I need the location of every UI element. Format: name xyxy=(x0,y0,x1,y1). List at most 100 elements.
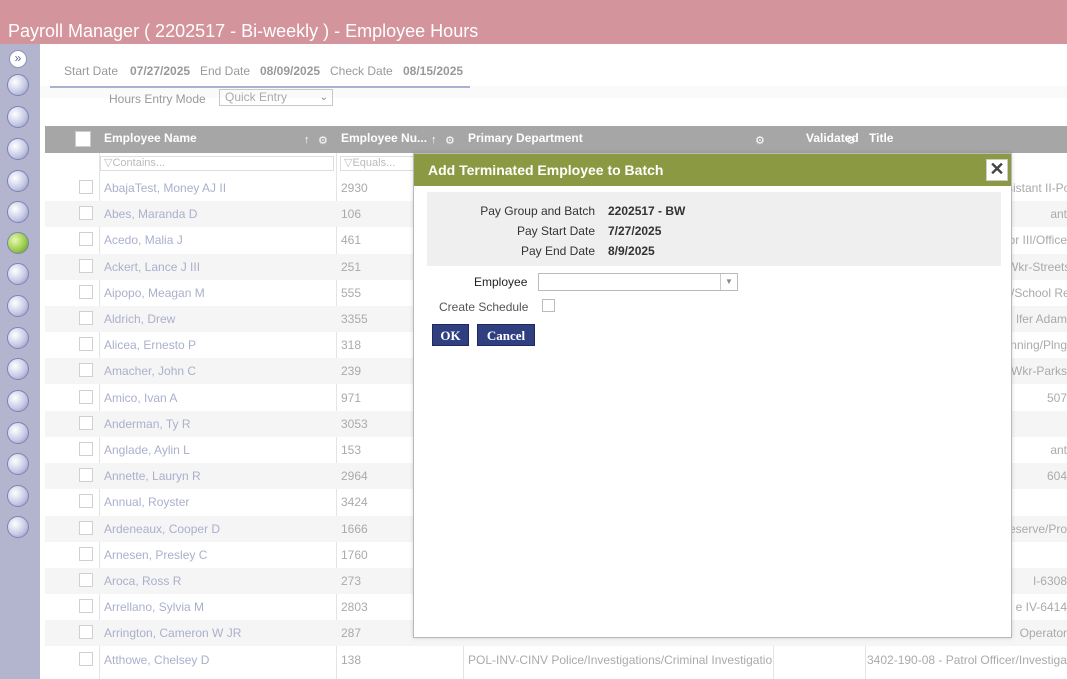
pay-end-label: Pay End Date xyxy=(520,244,595,258)
end-date-label: End Date xyxy=(200,64,251,78)
employee-name-cell[interactable]: Anglade, Aylin L xyxy=(104,443,190,457)
employee-number-cell: 461 xyxy=(341,233,362,248)
row-checkbox[interactable] xyxy=(79,651,93,666)
gear-icon[interactable]: ⚙ xyxy=(445,134,455,147)
employee-name-cell[interactable]: Arrellano, Sylvia M xyxy=(104,600,204,614)
row-checkbox[interactable] xyxy=(79,442,93,456)
employee-name-cell[interactable]: Atthowe, Chelsey D xyxy=(104,653,209,667)
hours-entry-mode-select[interactable]: Quick Entry ⌄ xyxy=(219,89,333,106)
title-cell: ant xyxy=(1050,207,1067,222)
employee-name-cell[interactable]: Anderman, Ty R xyxy=(104,417,190,431)
cancel-button[interactable]: Cancel xyxy=(477,324,535,346)
employee-name-cell[interactable]: Aipopo, Meagan M xyxy=(104,286,205,300)
title-cell: I-6308 xyxy=(1032,574,1067,588)
title-cell: Wkr-Streets xyxy=(1007,259,1067,274)
home-icon[interactable] xyxy=(7,74,29,96)
pay-start-label: Pay Start Date xyxy=(516,224,595,238)
document-icon[interactable] xyxy=(7,232,29,254)
employee-number-cell: 138 xyxy=(341,652,362,667)
employee-number-cell: 555 xyxy=(341,285,362,300)
row-checkbox[interactable] xyxy=(79,363,93,378)
employee-name-cell[interactable]: Alicea, Ernesto P xyxy=(104,338,196,352)
create-schedule-checkbox[interactable] xyxy=(542,299,555,312)
pay-end-value: 8/9/2025 xyxy=(608,244,655,258)
calendar-icon[interactable] xyxy=(7,263,29,285)
employee-name-cell[interactable]: Arnesen, Presley C xyxy=(104,548,207,562)
gear-icon[interactable]: ⚙ xyxy=(846,134,856,147)
employee-name-cell[interactable]: Amico, Ivan A xyxy=(104,391,177,405)
close-icon[interactable]: ✕ xyxy=(986,159,1008,181)
stamp-icon[interactable] xyxy=(7,485,29,507)
grid-header: Employee Name ↑ ⚙ Employee Nu... ↑ ⚙ Pri… xyxy=(45,126,1067,153)
dialog-title: Add Terminated Employee to Batch xyxy=(428,162,664,178)
sort-asc-icon[interactable]: ↑ xyxy=(431,134,437,146)
row-checkbox[interactable] xyxy=(79,284,93,299)
row-checkbox[interactable] xyxy=(79,337,93,352)
employee-name-cell[interactable]: Abes, Maranda D xyxy=(104,207,197,221)
row-checkbox[interactable] xyxy=(79,494,93,509)
row-checkbox[interactable] xyxy=(79,232,93,247)
employee-name-cell[interactable]: Ackert, Lance J III xyxy=(104,260,200,274)
employee-name-cell[interactable]: Ardeneaux, Cooper D xyxy=(104,522,220,536)
row-checkbox[interactable] xyxy=(79,180,93,194)
table-row[interactable]: Atthowe, Chelsey D 138 POL-INV-CINV Police… xyxy=(45,647,1067,673)
row-checkbox[interactable] xyxy=(79,206,93,221)
employee-number-cell: 2930 xyxy=(341,181,368,195)
employee-number-cell: 273 xyxy=(341,574,362,588)
settings-icon[interactable] xyxy=(7,390,29,412)
employee-name-cell[interactable]: Annette, Lauryn R xyxy=(104,469,201,483)
row-checkbox[interactable] xyxy=(79,573,93,587)
title-cell: 507 xyxy=(1046,390,1067,405)
col-primary-department[interactable]: Primary Department xyxy=(468,126,583,153)
employee-name-cell[interactable]: Aldrich, Drew xyxy=(104,312,175,326)
create-schedule-label: Create Schedule xyxy=(439,300,529,314)
calculator-icon[interactable] xyxy=(7,327,29,349)
employee-name-cell[interactable]: Acedo, Malia J xyxy=(104,233,183,247)
tools-icon[interactable] xyxy=(7,422,29,444)
row-checkbox[interactable] xyxy=(79,546,93,561)
sort-asc-icon[interactable]: ↑ xyxy=(304,134,310,146)
chevron-down-icon: ⌄ xyxy=(319,92,328,103)
employee-name-cell[interactable]: Amacher, John C xyxy=(104,364,196,378)
expand-rail-button[interactable]: » xyxy=(9,50,27,68)
employee-number-cell: 251 xyxy=(341,259,362,274)
report-icon[interactable] xyxy=(7,358,29,380)
select-all-checkbox[interactable] xyxy=(75,131,91,147)
mail-icon[interactable] xyxy=(7,453,29,475)
check-date-label: Check Date xyxy=(330,64,393,78)
globe-icon[interactable] xyxy=(7,106,29,128)
name-filter-input[interactable]: ▽Contains... xyxy=(100,156,334,171)
row-checkbox[interactable] xyxy=(79,311,93,325)
row-checkbox[interactable] xyxy=(79,258,93,273)
employee-name-cell[interactable]: AbajaTest, Money AJ II xyxy=(104,181,226,195)
employee-select[interactable]: ▼ xyxy=(538,273,738,291)
row-checkbox[interactable] xyxy=(79,520,93,535)
ok-button[interactable]: OK xyxy=(432,324,469,346)
col-employee-number[interactable]: Employee Nu... xyxy=(341,126,427,153)
gear-icon[interactable]: ⚙ xyxy=(318,134,328,147)
employee-name-cell[interactable]: Annual, Royster xyxy=(104,495,189,509)
employee-name-cell[interactable]: Arrington, Cameron W JR xyxy=(104,626,241,640)
col-employee-name[interactable]: Employee Name xyxy=(104,126,197,153)
row-checkbox[interactable] xyxy=(79,468,93,483)
employee-name-cell[interactable]: Aroca, Ross R xyxy=(104,574,181,588)
search-icon[interactable] xyxy=(7,516,29,538)
employee-label: Employee xyxy=(474,275,528,289)
clipboard-icon[interactable] xyxy=(7,295,29,317)
row-checkbox[interactable] xyxy=(79,625,93,640)
employee-number-cell: 1760 xyxy=(341,547,368,562)
gear-icon[interactable]: ⚙ xyxy=(755,134,765,147)
row-checkbox[interactable] xyxy=(79,389,93,404)
employee-number-cell: 1666 xyxy=(341,521,368,536)
col-title[interactable]: Title xyxy=(869,126,893,153)
row-checkbox[interactable] xyxy=(79,599,93,614)
title-cell: 604 xyxy=(1046,469,1067,484)
window-title-bar: Payroll Manager ( 2202517 - Bi-weekly ) … xyxy=(0,0,1067,44)
chart-icon[interactable] xyxy=(7,170,29,192)
dropdown-arrow-icon[interactable]: ▼ xyxy=(720,274,737,290)
people-icon[interactable] xyxy=(7,138,29,160)
row-checkbox[interactable] xyxy=(79,415,93,430)
money-icon[interactable] xyxy=(7,201,29,223)
title-cell: 3402-190-08 - Patrol Officer/Investiga xyxy=(867,652,1067,667)
department-cell: POL-INV-CINV Police/Investigations/Crimi… xyxy=(468,652,772,667)
